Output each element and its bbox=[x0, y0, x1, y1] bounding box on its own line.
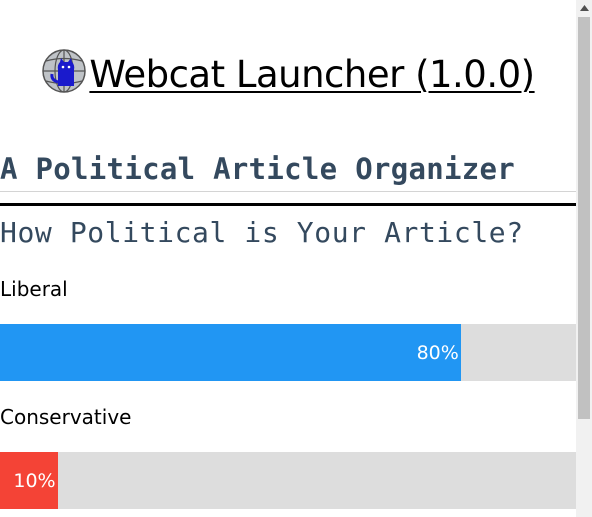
divider-thin bbox=[0, 191, 576, 192]
liberal-percent-text: 80% bbox=[416, 341, 459, 364]
globe-cat-icon bbox=[42, 49, 87, 93]
conservative-progress-track: 10% bbox=[0, 452, 576, 509]
vertical-scrollbar[interactable] bbox=[576, 0, 592, 517]
liberal-progress-track: 80% bbox=[0, 324, 576, 381]
app-header: Webcat Launcher (1.0.0) bbox=[0, 44, 576, 104]
liberal-label: Liberal bbox=[0, 277, 68, 301]
scrollbar-thumb[interactable] bbox=[578, 17, 590, 419]
conservative-progress-fill: 10% bbox=[0, 452, 58, 509]
app-title-link[interactable]: Webcat Launcher (1.0.0) bbox=[89, 53, 535, 96]
conservative-percent-text: 10% bbox=[13, 469, 56, 492]
conservative-label: Conservative bbox=[0, 405, 132, 429]
page-subtitle: A Political Article Organizer bbox=[0, 152, 516, 186]
section-heading: How Political is Your Article? bbox=[0, 216, 524, 249]
main-content: Webcat Launcher (1.0.0) A Political Arti… bbox=[0, 0, 576, 517]
liberal-progress-fill: 80% bbox=[0, 324, 461, 381]
scroll-up-arrow-icon[interactable] bbox=[576, 0, 592, 16]
divider-thick bbox=[0, 203, 576, 206]
